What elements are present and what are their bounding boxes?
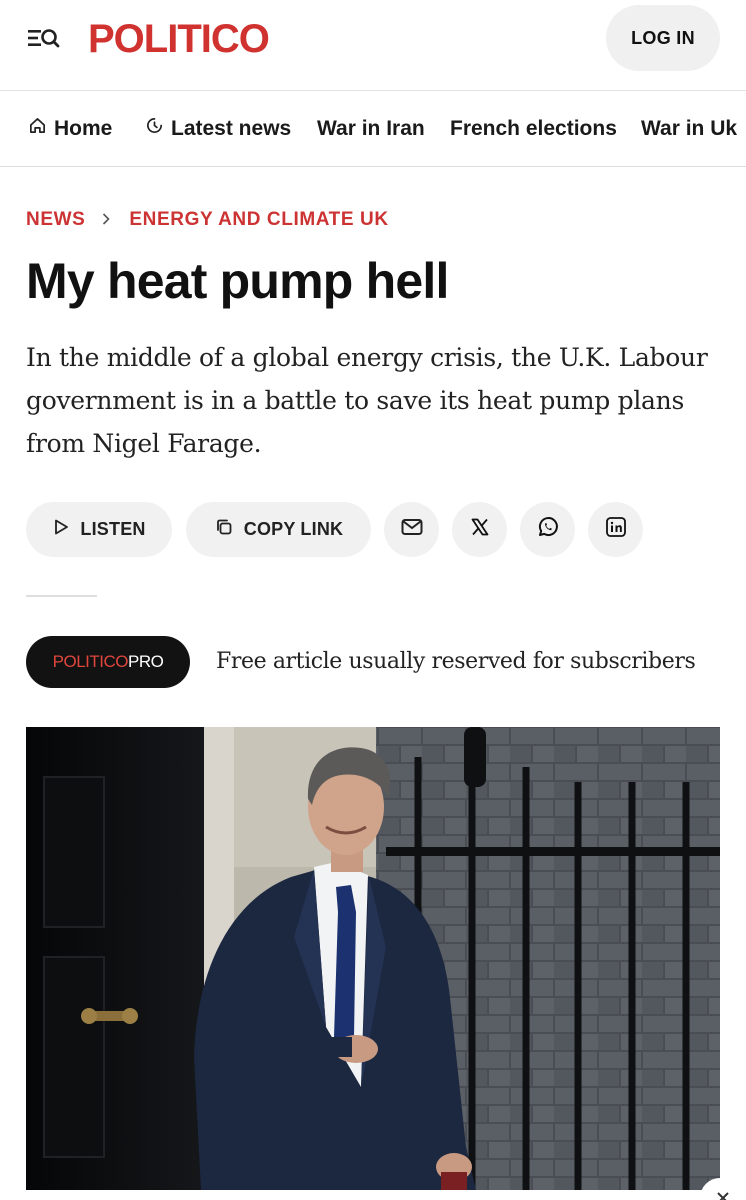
copy-icon [214, 517, 234, 542]
hero-photo [26, 727, 720, 1190]
linkedin-share-button[interactable] [588, 502, 643, 557]
pro-badge-pro: PRO [128, 652, 164, 671]
article-dek: In the middle of a global energy crisis,… [26, 343, 708, 458]
nav-item-home[interactable]: Home [28, 116, 112, 142]
close-icon [715, 1190, 731, 1200]
copy-link-button[interactable]: COPY LINK [186, 502, 371, 557]
politico-pro-badge[interactable]: POLITICO PRO [26, 636, 190, 688]
top-bar: POLITICO LOG IN [0, 0, 746, 91]
nav-item-label: War in Uk [641, 117, 738, 140]
whatsapp-icon [536, 515, 560, 544]
politico-logo[interactable]: POLITICO [88, 14, 270, 64]
nav-item-label: Latest news [171, 117, 292, 140]
nav-item-latest-news[interactable]: Latest news [145, 116, 291, 142]
whatsapp-share-button[interactable] [520, 502, 575, 557]
nav-item-war-in-iran[interactable]: War in Iran [317, 116, 425, 142]
x-icon [470, 517, 490, 542]
breadcrumb: NEWS ENERGY AND CLIMATE UK [26, 209, 389, 231]
pro-subscriber-note: Free article usually reserved for subscr… [216, 649, 696, 674]
menu-search-icon[interactable] [26, 25, 62, 51]
listen-button[interactable]: LISTEN [26, 502, 172, 557]
listen-label: LISTEN [80, 519, 146, 539]
divider [26, 595, 97, 597]
home-icon [28, 116, 47, 142]
close-button[interactable] [700, 1178, 746, 1200]
chevron-right-icon [101, 210, 111, 231]
mail-share-button[interactable] [384, 502, 439, 557]
nav-item-french-elections[interactable]: French elections [450, 116, 617, 142]
breadcrumb-section[interactable]: ENERGY AND CLIMATE UK [129, 209, 388, 231]
linkedin-icon [605, 516, 627, 543]
nav-item-label: War in Iran [317, 117, 425, 140]
article-title: My heat pump hell [26, 253, 449, 309]
breadcrumb-news[interactable]: NEWS [26, 209, 85, 231]
copy-link-label: COPY LINK [243, 519, 344, 539]
nav-item-war-in-uk[interactable]: War in Uk [641, 116, 737, 142]
clock-icon [145, 116, 164, 142]
nav-item-label: French elections [450, 117, 617, 140]
login-button[interactable]: LOG IN [606, 5, 720, 71]
mail-icon [401, 518, 423, 541]
play-icon [52, 518, 70, 541]
section-nav: Home Latest news War in Iran French elec… [0, 92, 746, 167]
nav-item-label: Home [54, 117, 113, 140]
pro-badge-politico: POLITICO [52, 652, 129, 671]
x-share-button[interactable] [452, 502, 507, 557]
